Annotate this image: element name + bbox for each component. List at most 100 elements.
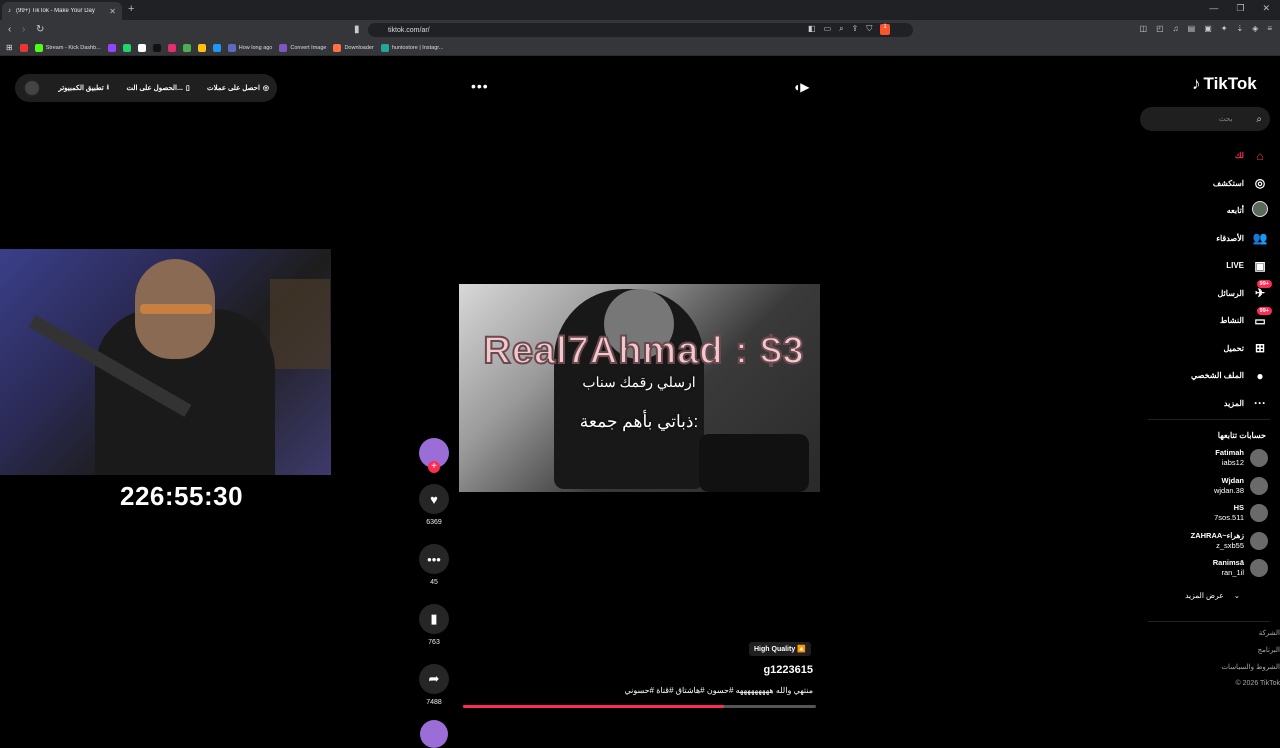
bookmark-item[interactable]: Stream - Kick Dashb... bbox=[34, 43, 101, 52]
sound-icon[interactable]: ◖▶ bbox=[793, 80, 809, 94]
followed-account[interactable]: Ranimsā ran_1il bbox=[1213, 558, 1268, 578]
followed-account[interactable]: HS 7sos.511 bbox=[1214, 503, 1268, 523]
back-icon[interactable]: ‹ bbox=[8, 24, 11, 35]
bookmark-item[interactable]: How long ago bbox=[227, 43, 272, 52]
close-tab-icon[interactable]: ✕ bbox=[109, 7, 116, 16]
followed-account[interactable]: Wjdan wjdan.38 bbox=[1214, 476, 1268, 496]
search-input[interactable]: بحث ⌕ bbox=[1140, 107, 1270, 131]
footer-link[interactable]: الشركة bbox=[1259, 629, 1280, 637]
wallet-icon[interactable]: ◈ bbox=[1252, 24, 1258, 33]
browser-tab[interactable]: ♪ (99+) TikTok - Make Your Day ✕ bbox=[2, 2, 122, 20]
bookmark-item[interactable]: Convert Image bbox=[279, 43, 326, 52]
sidebar-item-explore[interactable]: استكشف ◎ bbox=[1213, 170, 1268, 198]
menu-icon[interactable]: ≡ bbox=[1267, 24, 1272, 33]
brave-rewards-icon[interactable]: 1 bbox=[880, 24, 890, 35]
new-tab-button[interactable]: + bbox=[128, 3, 134, 15]
sidebar-item-profile[interactable]: الملف الشخصي ● bbox=[1191, 362, 1268, 390]
profile-icon: ● bbox=[1256, 368, 1264, 383]
sidebar-item-label: تحميل bbox=[1223, 343, 1245, 353]
sidebar-item-label: استكشف bbox=[1212, 178, 1244, 188]
followed-account[interactable]: Fatimah iabs12 bbox=[1215, 448, 1268, 468]
bookmark-item[interactable] bbox=[107, 43, 116, 52]
share-icon[interactable]: ⇪ bbox=[852, 24, 859, 34]
account-text: ZAHRAA~زهراء z_sxb55 bbox=[1191, 531, 1244, 551]
more-options-icon[interactable]: ••• bbox=[471, 78, 489, 94]
bookmark-item[interactable] bbox=[122, 43, 131, 52]
bookmark-favicon-icon bbox=[34, 43, 43, 52]
footer-link[interactable]: البرنامج bbox=[1258, 646, 1280, 654]
followed-account[interactable]: ZAHRAA~زهراء z_sxb55 bbox=[1191, 531, 1268, 551]
apps-grid-icon[interactable]: ⊞ bbox=[6, 43, 13, 52]
sidebar-icon[interactable]: ▤ bbox=[1188, 24, 1196, 33]
bookmark-item[interactable] bbox=[152, 43, 161, 52]
video-player[interactable]: Real7Ahmad : $3 ارسلي رقمك سناب ذباتي بأ… bbox=[459, 284, 820, 492]
bookmark-item[interactable]: huntostore | Instagr... bbox=[380, 43, 443, 52]
heart-icon: ♥ bbox=[430, 491, 438, 507]
bookmark-item[interactable] bbox=[212, 43, 221, 52]
divider bbox=[1148, 621, 1270, 622]
maximize-icon[interactable]: ❐ bbox=[1236, 3, 1244, 14]
sidebar-item-label: الأصدقاء bbox=[1216, 233, 1244, 243]
reload-icon[interactable]: ↻ bbox=[36, 24, 44, 35]
save-button[interactable]: ▮ bbox=[419, 604, 449, 634]
sidebar-item-friends[interactable]: الأصدقاء 👥 bbox=[1216, 225, 1268, 253]
forward-icon[interactable]: › bbox=[22, 24, 25, 35]
pc-app-label: تطبيق الكمبيوتر bbox=[58, 85, 104, 92]
video-action-bar: + ♥ 6369 ••• 45 ▮ 763 ➦ 7488 bbox=[418, 438, 450, 748]
sidebar-item-messages[interactable]: الرسائل ✈ 99+ bbox=[1218, 279, 1272, 308]
bookmark-item[interactable] bbox=[137, 43, 146, 52]
sidebar-item-following[interactable]: أتابعه bbox=[1227, 197, 1268, 225]
like-count: 6369 bbox=[426, 519, 442, 526]
following-icon bbox=[1252, 201, 1268, 220]
zoom-icon[interactable]: ⌕ bbox=[839, 24, 843, 34]
sidebar-item-foryou[interactable]: لك ⌂ bbox=[1235, 142, 1268, 170]
follow-plus-icon[interactable]: + bbox=[428, 461, 440, 473]
account-handle: 7sos.511 bbox=[1214, 513, 1244, 522]
pc-app-button[interactable]: تطبيق الكمبيوتر ⭳ bbox=[58, 83, 109, 94]
webcam-background-shelf bbox=[270, 279, 330, 369]
footer-link[interactable]: © 2026 TikTok bbox=[1236, 680, 1280, 687]
bookmark-item[interactable] bbox=[197, 43, 206, 52]
sidebar-item-more[interactable]: المزيد ··· bbox=[1224, 390, 1268, 418]
share-button[interactable]: ➦ bbox=[419, 664, 449, 694]
get-coins-button[interactable]: احصل على عملات ◎ bbox=[207, 84, 269, 92]
avatar[interactable] bbox=[23, 79, 41, 97]
sidebar-item-activity[interactable]: النشاط ▭ 99+ bbox=[1220, 307, 1272, 335]
search-icon[interactable]: ⌕ bbox=[1256, 114, 1262, 125]
bookmark-favicon-icon bbox=[227, 43, 236, 52]
extension-icon[interactable]: ◫ bbox=[1140, 24, 1148, 33]
footer-link[interactable]: الشروط والسياسات bbox=[1221, 663, 1280, 671]
close-window-icon[interactable]: ✕ bbox=[1262, 3, 1270, 14]
get-app-label: الحصول على الت... bbox=[126, 85, 183, 92]
bookmark-favicon-icon bbox=[19, 43, 28, 52]
music-disc-avatar[interactable] bbox=[420, 720, 448, 748]
bookmark-item[interactable] bbox=[19, 43, 28, 52]
media-icon[interactable]: ♫ bbox=[1173, 24, 1179, 33]
bookmark-favicon-icon bbox=[122, 43, 131, 52]
bookmark-item[interactable] bbox=[182, 43, 191, 52]
minimize-icon[interactable]: — bbox=[1209, 3, 1218, 14]
cast-icon[interactable]: ▭ bbox=[824, 24, 832, 34]
video-progress-bar[interactable] bbox=[463, 705, 816, 708]
see-more-button[interactable]: عرض المزيد ⌄ bbox=[1185, 591, 1240, 600]
bookmark-item[interactable] bbox=[167, 43, 176, 52]
bookmark-icon[interactable]: ▮ bbox=[354, 24, 360, 35]
post-username[interactable]: g1223615 bbox=[730, 664, 813, 676]
tiktok-logo[interactable]: ♪ TikTok bbox=[1192, 74, 1257, 94]
sidebar-item-live[interactable]: LIVE ▣ bbox=[1226, 252, 1268, 280]
avatar bbox=[1250, 559, 1268, 577]
get-app-button[interactable]: الحصول على الت... ▯ bbox=[126, 84, 189, 92]
brave-shield-icon[interactable]: ⛉ bbox=[866, 24, 872, 34]
leo-icon[interactable]: ✦ bbox=[1221, 24, 1228, 33]
comment-button[interactable]: ••• bbox=[419, 544, 449, 574]
creator-avatar[interactable]: + bbox=[419, 438, 449, 473]
extension-icon[interactable]: ◰ bbox=[1156, 24, 1164, 33]
sidebar-item-upload[interactable]: تحميل ⊞ bbox=[1224, 335, 1269, 363]
sidebar-item-label: لك bbox=[1234, 151, 1244, 161]
downloads-icon[interactable]: ⇣ bbox=[1236, 24, 1243, 33]
bookmark-item[interactable]: Downloader bbox=[333, 43, 374, 52]
bookmark-favicon-icon bbox=[380, 43, 389, 52]
tabs-icon[interactable]: ▣ bbox=[1204, 24, 1212, 33]
translate-icon[interactable]: ◧ bbox=[808, 24, 816, 34]
like-button[interactable]: ♥ bbox=[419, 484, 449, 514]
